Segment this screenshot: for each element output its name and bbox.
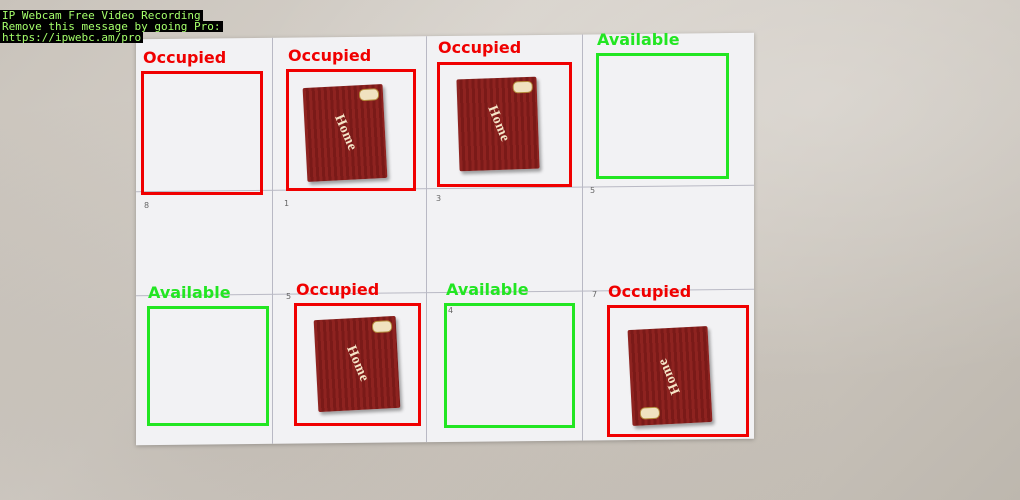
status-label: Available	[446, 280, 529, 299]
grid-line	[582, 34, 583, 441]
detection-box	[147, 306, 269, 426]
detection-box	[444, 303, 575, 428]
watermark-line: https://ipwebc.am/pro	[0, 31, 144, 44]
slot-number: 7	[592, 290, 598, 299]
detection-box	[437, 62, 572, 187]
grid-line	[272, 37, 273, 444]
watermark-overlay: IP Webcam Free Video Recording Remove th…	[0, 10, 223, 43]
detection-box	[596, 53, 729, 179]
detection-box	[294, 303, 421, 426]
status-label: Occupied	[288, 46, 372, 65]
detection-box	[607, 305, 749, 437]
detection-box	[141, 71, 263, 195]
detection-box	[286, 69, 416, 191]
slot-number: 5	[286, 292, 292, 301]
status-label: Available	[148, 283, 231, 302]
status-label: Occupied	[296, 280, 380, 299]
slot-number: 8	[144, 201, 150, 210]
status-label: Occupied	[608, 282, 692, 301]
grid-line	[426, 36, 427, 443]
slot-number: 5	[590, 186, 596, 195]
slot-number: 1	[284, 199, 290, 208]
status-label: Occupied	[438, 38, 522, 57]
slot-number: 3	[436, 194, 442, 203]
status-label: Occupied	[143, 48, 227, 67]
status-label: Available	[597, 30, 680, 49]
